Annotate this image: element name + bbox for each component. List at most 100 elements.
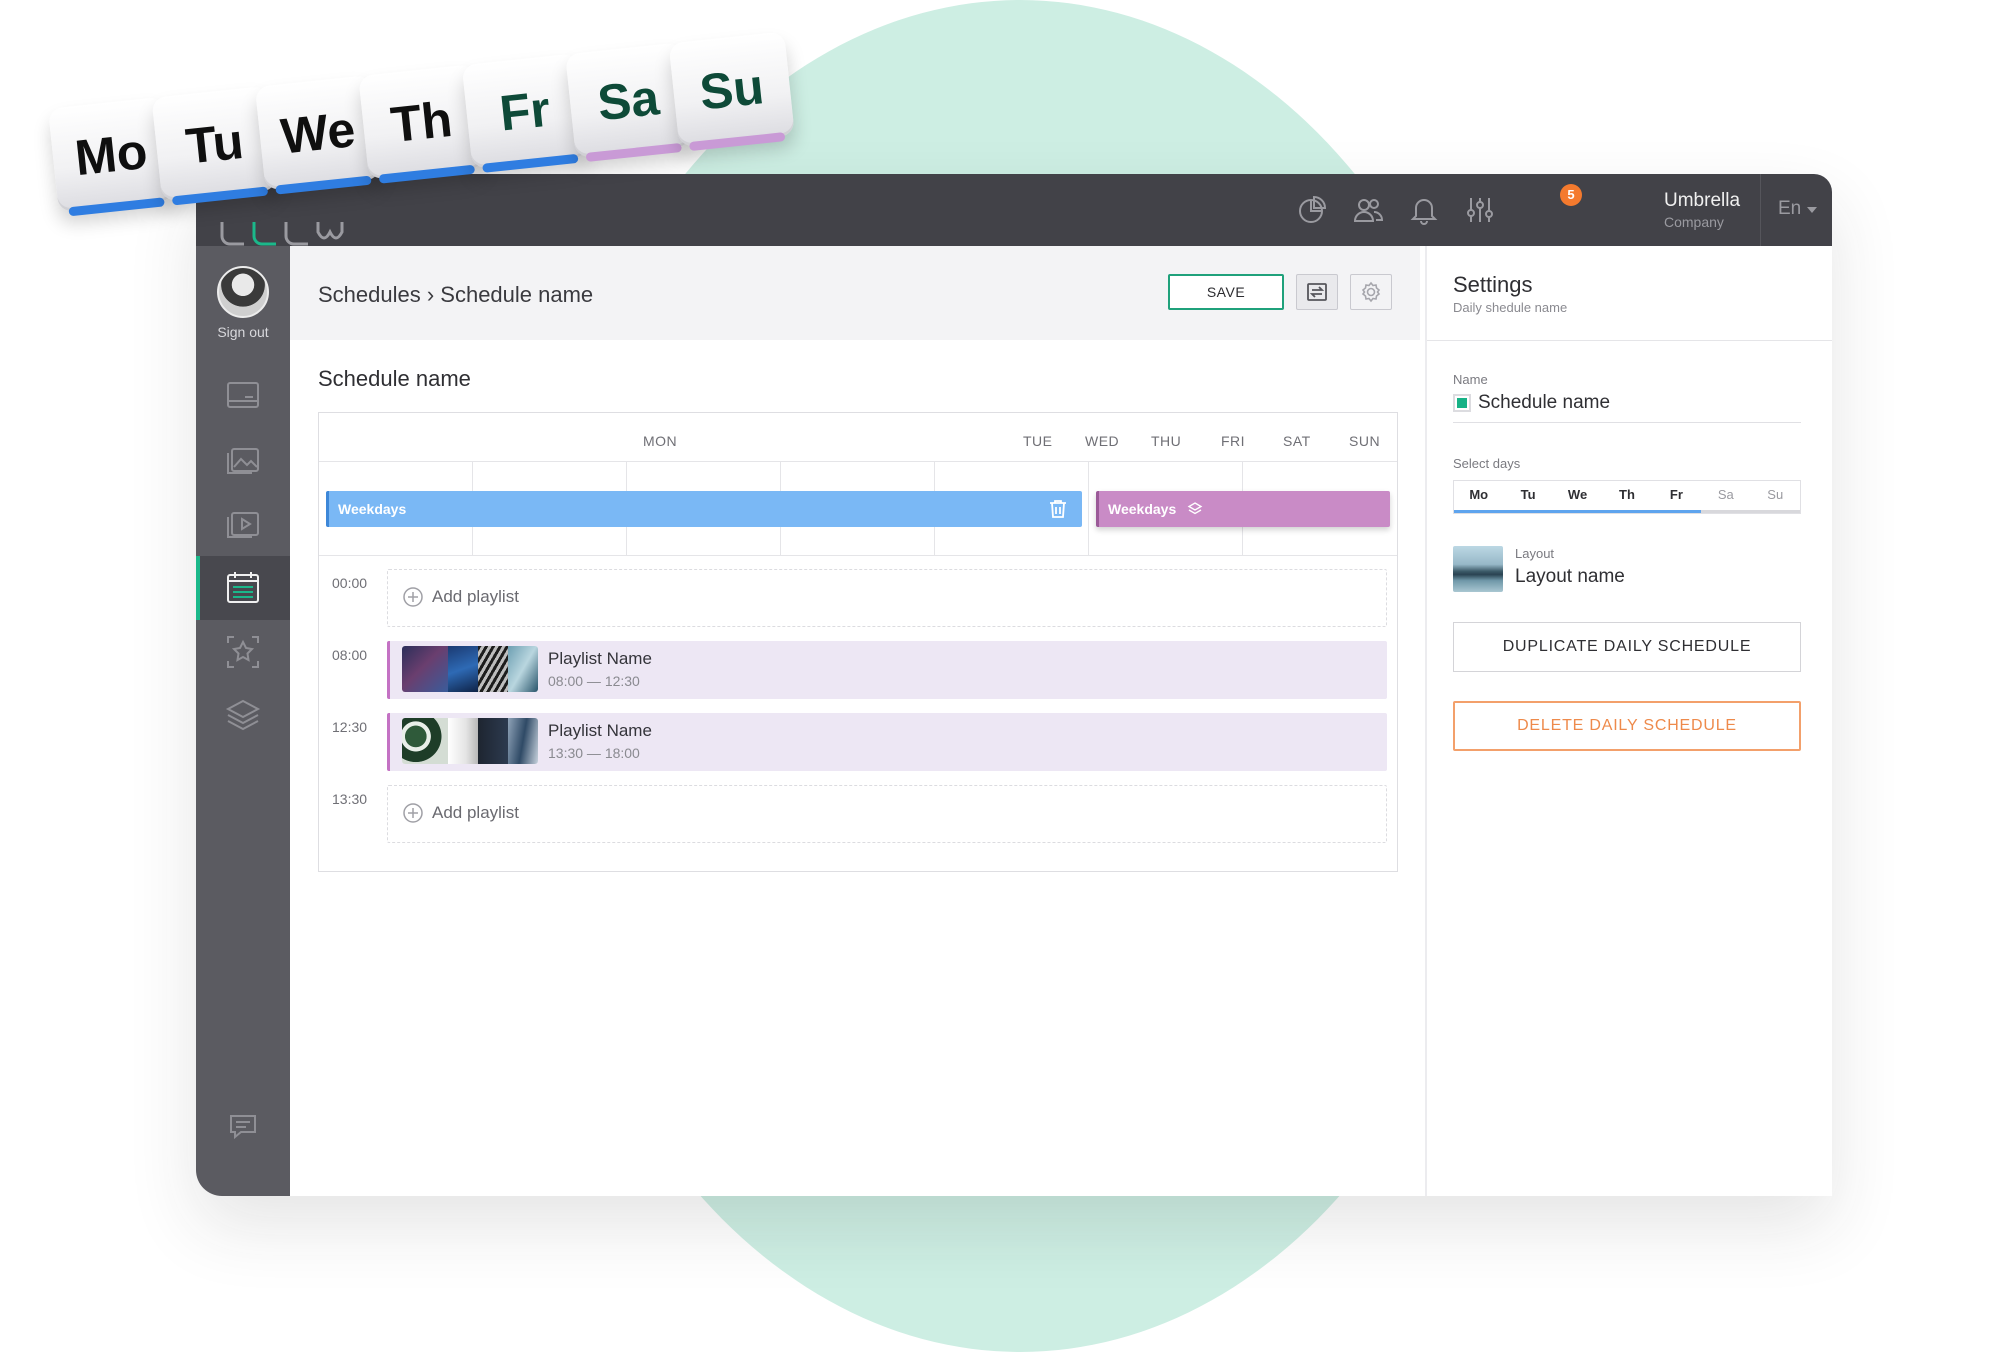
schedule-bar-weekdays-alt[interactable]: Weekdays: [1096, 491, 1390, 527]
schedule-bar-weekdays[interactable]: Weekdays: [326, 491, 1082, 527]
time-label: 12:30: [332, 719, 368, 735]
divider: [319, 461, 1397, 462]
key-stripe: [378, 164, 476, 184]
add-playlist-slot[interactable]: Add playlist: [387, 569, 1387, 627]
sidebar-item-favorites[interactable]: [196, 620, 290, 684]
sidebar-item-layers[interactable]: [196, 684, 290, 748]
layers-icon: [1187, 502, 1203, 515]
key-stripe: [275, 175, 372, 195]
time-label: 08:00: [332, 647, 368, 663]
day-header-fri: FRI: [1221, 433, 1246, 449]
bell-icon[interactable]: [1404, 190, 1444, 230]
day-toggle-sa[interactable]: Sa: [1701, 481, 1751, 513]
schedule-name-field[interactable]: Schedule name: [1478, 392, 1610, 414]
company-name[interactable]: Umbrella: [1664, 190, 1740, 212]
app-window: 5 Umbrella Company En Sign out Schedules…: [196, 174, 1832, 1196]
day-key-label: Fr: [497, 80, 553, 142]
topbar-divider: [1760, 174, 1761, 246]
divider: [319, 555, 1397, 556]
schedules-icon: [227, 572, 259, 603]
media-icon: [227, 448, 259, 474]
layout-label: Layout: [1515, 546, 1555, 561]
day-key-label: We: [278, 101, 358, 165]
settings-button[interactable]: [1350, 274, 1392, 310]
key-stripe: [689, 132, 786, 152]
chat-icon: [230, 1115, 256, 1140]
day-toggle-fr[interactable]: Fr: [1651, 481, 1702, 513]
sliders-icon[interactable]: [1460, 190, 1500, 230]
add-playlist-label: Add playlist: [432, 587, 519, 606]
time-label: 00:00: [332, 575, 368, 591]
layout-name[interactable]: Layout name: [1515, 566, 1625, 588]
day-header-wed: WED: [1085, 433, 1120, 449]
duplicate-schedule-button[interactable]: DUPLICATE DAILY SCHEDULE: [1453, 622, 1801, 672]
field-underline: [1453, 422, 1801, 423]
plus-circle-icon: [403, 803, 423, 823]
playlist-time-range: 08:00 — 12:30: [548, 673, 640, 689]
breadcrumb[interactable]: Schedules › Schedule name: [318, 282, 593, 308]
playlist-thumbnails: [402, 718, 538, 764]
sidebar-item-media[interactable]: [196, 428, 290, 492]
users-icon[interactable]: [1348, 190, 1388, 230]
avatar[interactable]: [217, 266, 269, 318]
grid-line: [1088, 461, 1089, 555]
sign-out-link[interactable]: Sign out: [196, 324, 290, 340]
save-button[interactable]: SAVE: [1168, 274, 1284, 310]
add-playlist-slot[interactable]: Add playlist: [387, 785, 1387, 843]
key-stripe: [585, 142, 682, 162]
day-header-tue: TUE: [1023, 433, 1053, 449]
day-key-label: Sa: [594, 69, 662, 132]
layers-icon: [225, 699, 261, 731]
name-label: Name: [1453, 372, 1488, 387]
schedule-title: Schedule name: [318, 366, 471, 391]
playlists-icon: [227, 512, 259, 538]
day-key-su: Su: [668, 31, 795, 152]
playlist-thumbnails: [402, 646, 538, 692]
language-selector[interactable]: En: [1778, 198, 1801, 220]
day-key-label: Mo: [72, 122, 150, 187]
day-key-label: Th: [388, 90, 455, 154]
schedule-bar-label: Weekdays: [1108, 501, 1177, 517]
settings-subtitle: Daily shedule name: [1453, 300, 1568, 315]
analytics-icon[interactable]: [1292, 190, 1332, 230]
playlist-slot[interactable]: Playlist Name 08:00 — 12:30: [387, 641, 1387, 699]
day-header-sat: SAT: [1283, 433, 1311, 449]
plus-circle-icon: [403, 587, 423, 607]
day-toggle-th[interactable]: Th: [1602, 481, 1652, 513]
schedule-grid: MON TUE WED THU FRI SAT SUN Weekdays Wee…: [318, 412, 1398, 872]
playlist-name: Playlist Name: [548, 721, 652, 740]
key-stripe: [482, 153, 579, 173]
day-toggle-su[interactable]: Su: [1750, 481, 1800, 513]
sidebar-item-playlists[interactable]: [196, 492, 290, 556]
export-button[interactable]: [1296, 274, 1338, 310]
day-toggle-tu[interactable]: Tu: [1503, 481, 1553, 513]
day-toggle-mo[interactable]: Mo: [1454, 481, 1504, 513]
sidebar-item-devices[interactable]: [196, 364, 290, 428]
export-icon: [1307, 283, 1327, 301]
add-playlist-label: Add playlist: [432, 803, 519, 822]
day-header-sun: SUN: [1349, 433, 1381, 449]
layout-thumbnail[interactable]: [1453, 546, 1503, 592]
key-stripe: [171, 186, 269, 206]
playlist-time-range: 13:30 — 18:00: [548, 745, 640, 761]
sidebar-item-schedules[interactable]: [196, 556, 290, 620]
time-label: 13:30: [332, 791, 368, 807]
sidebar-item-chat[interactable]: [196, 1094, 290, 1158]
delete-schedule-button[interactable]: DELETE DAILY SCHEDULE: [1453, 701, 1801, 751]
settings-title: Settings: [1453, 272, 1533, 297]
playlist-slot[interactable]: Playlist Name 13:30 — 18:00: [387, 713, 1387, 771]
playlist-name: Playlist Name: [548, 649, 652, 668]
color-swatch[interactable]: [1453, 394, 1471, 412]
company-subtitle: Company: [1664, 214, 1724, 230]
trash-icon[interactable]: [1046, 497, 1070, 521]
select-days-label: Select days: [1453, 456, 1521, 471]
schedule-bar-label: Weekdays: [338, 501, 407, 517]
day-key-label: Tu: [183, 112, 247, 175]
day-selector: Mo Tu We Th Fr Sa Su: [1453, 480, 1801, 514]
divider: [1427, 340, 1832, 341]
day-toggle-we[interactable]: We: [1552, 481, 1603, 513]
key-stripe: [68, 197, 165, 217]
day-header-mon: MON: [643, 433, 678, 449]
chevron-down-icon[interactable]: [1807, 207, 1817, 213]
sidebar: Sign out: [196, 246, 290, 1196]
